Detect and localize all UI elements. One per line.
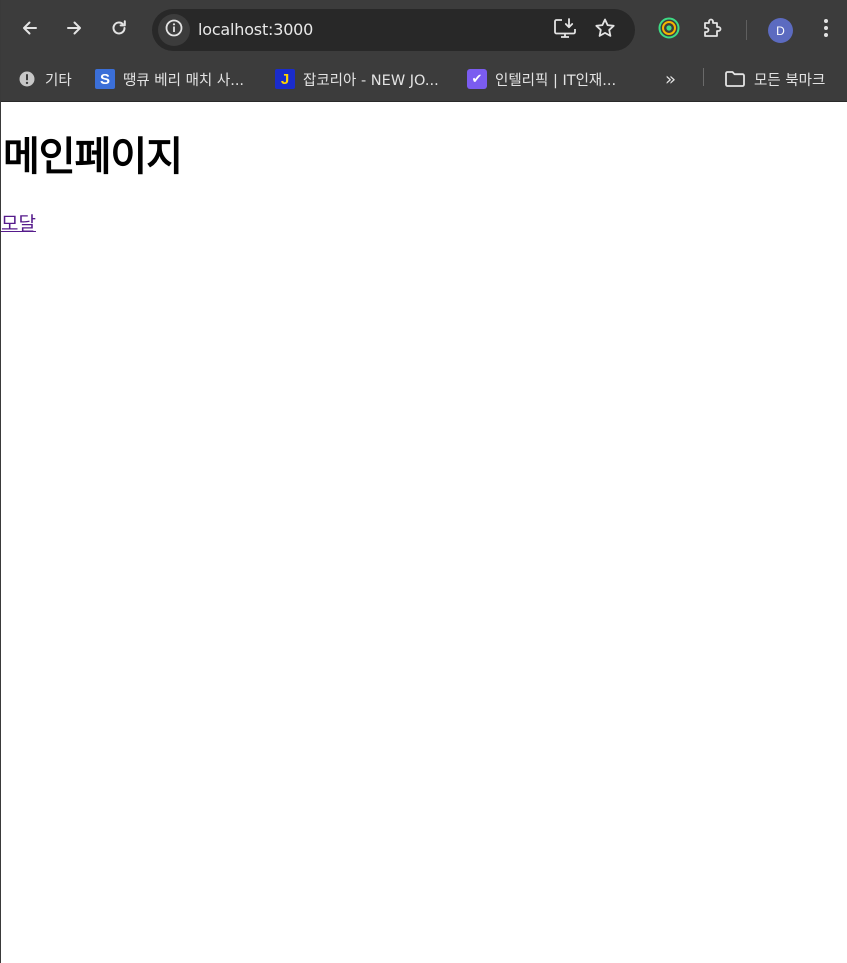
info-icon <box>164 18 184 42</box>
extensions-button[interactable] <box>698 15 728 45</box>
bookmark-label: 잡코리아 - NEW JO... <box>303 72 439 89</box>
modal-link[interactable]: 모달 <box>1 212 36 236</box>
bookmarks-separator <box>703 68 704 86</box>
bookmark-star-button[interactable] <box>593 18 617 42</box>
browser-window: localhost:3000 D 기타 S 땡큐 베리 매치 사... J 잡코… <box>0 0 847 963</box>
folder-icon <box>724 69 746 89</box>
bookmark-label: 기타 <box>45 72 72 89</box>
puzzle-icon <box>701 16 725 44</box>
arrow-left-icon <box>20 18 40 42</box>
bookmark-label: 땡큐 베리 매치 사... <box>123 72 245 89</box>
arrow-right-icon <box>64 18 84 42</box>
reload-button[interactable] <box>103 14 135 46</box>
j-favicon: J <box>275 69 295 89</box>
profile-avatar[interactable]: D <box>768 18 793 43</box>
install-app-button[interactable] <box>553 18 577 42</box>
star-icon <box>594 17 616 43</box>
page-title: 메인페이지 <box>3 134 183 180</box>
chevron-double-right-icon: » <box>665 68 677 90</box>
all-bookmarks-button[interactable]: 모든 북마크 <box>724 68 825 90</box>
address-bar[interactable]: localhost:3000 <box>152 9 635 51</box>
alert-circle-icon <box>17 69 37 89</box>
browser-toolbar: localhost:3000 D <box>1 0 847 60</box>
check-favicon: ✔ <box>467 69 487 89</box>
bookmark-item-other[interactable]: 기타 <box>17 68 72 90</box>
kebab-menu-icon <box>823 18 829 42</box>
url-text[interactable]: localhost:3000 <box>198 20 313 40</box>
bookmark-item-intellipick[interactable]: ✔ 인텔리픽 | IT인재... <box>467 68 616 90</box>
bookmark-label: 인텔리픽 | IT인재... <box>495 72 617 89</box>
bookmarks-bar: 기타 S 땡큐 베리 매치 사... J 잡코리아 - NEW JO... ✔ … <box>1 60 847 102</box>
s-favicon: S <box>95 69 115 89</box>
bookmark-item-jobkorea[interactable]: J 잡코리아 - NEW JO... <box>275 68 439 90</box>
extension-a-button[interactable] <box>654 15 684 45</box>
toolbar-separator <box>746 20 747 40</box>
bookmark-item-thankyou[interactable]: S 땡큐 베리 매치 사... <box>95 68 244 90</box>
browser-menu-button[interactable] <box>811 15 841 45</box>
bookmark-label: 모든 북마크 <box>754 72 826 89</box>
site-info-button[interactable] <box>158 14 190 46</box>
install-app-icon <box>553 17 577 43</box>
forward-button[interactable] <box>58 14 90 46</box>
target-icon <box>657 16 681 44</box>
page-content: 메인페이지 모달 <box>1 102 847 963</box>
bookmarks-overflow-button[interactable]: » <box>665 68 676 90</box>
back-button[interactable] <box>14 14 46 46</box>
reload-icon <box>109 18 129 42</box>
